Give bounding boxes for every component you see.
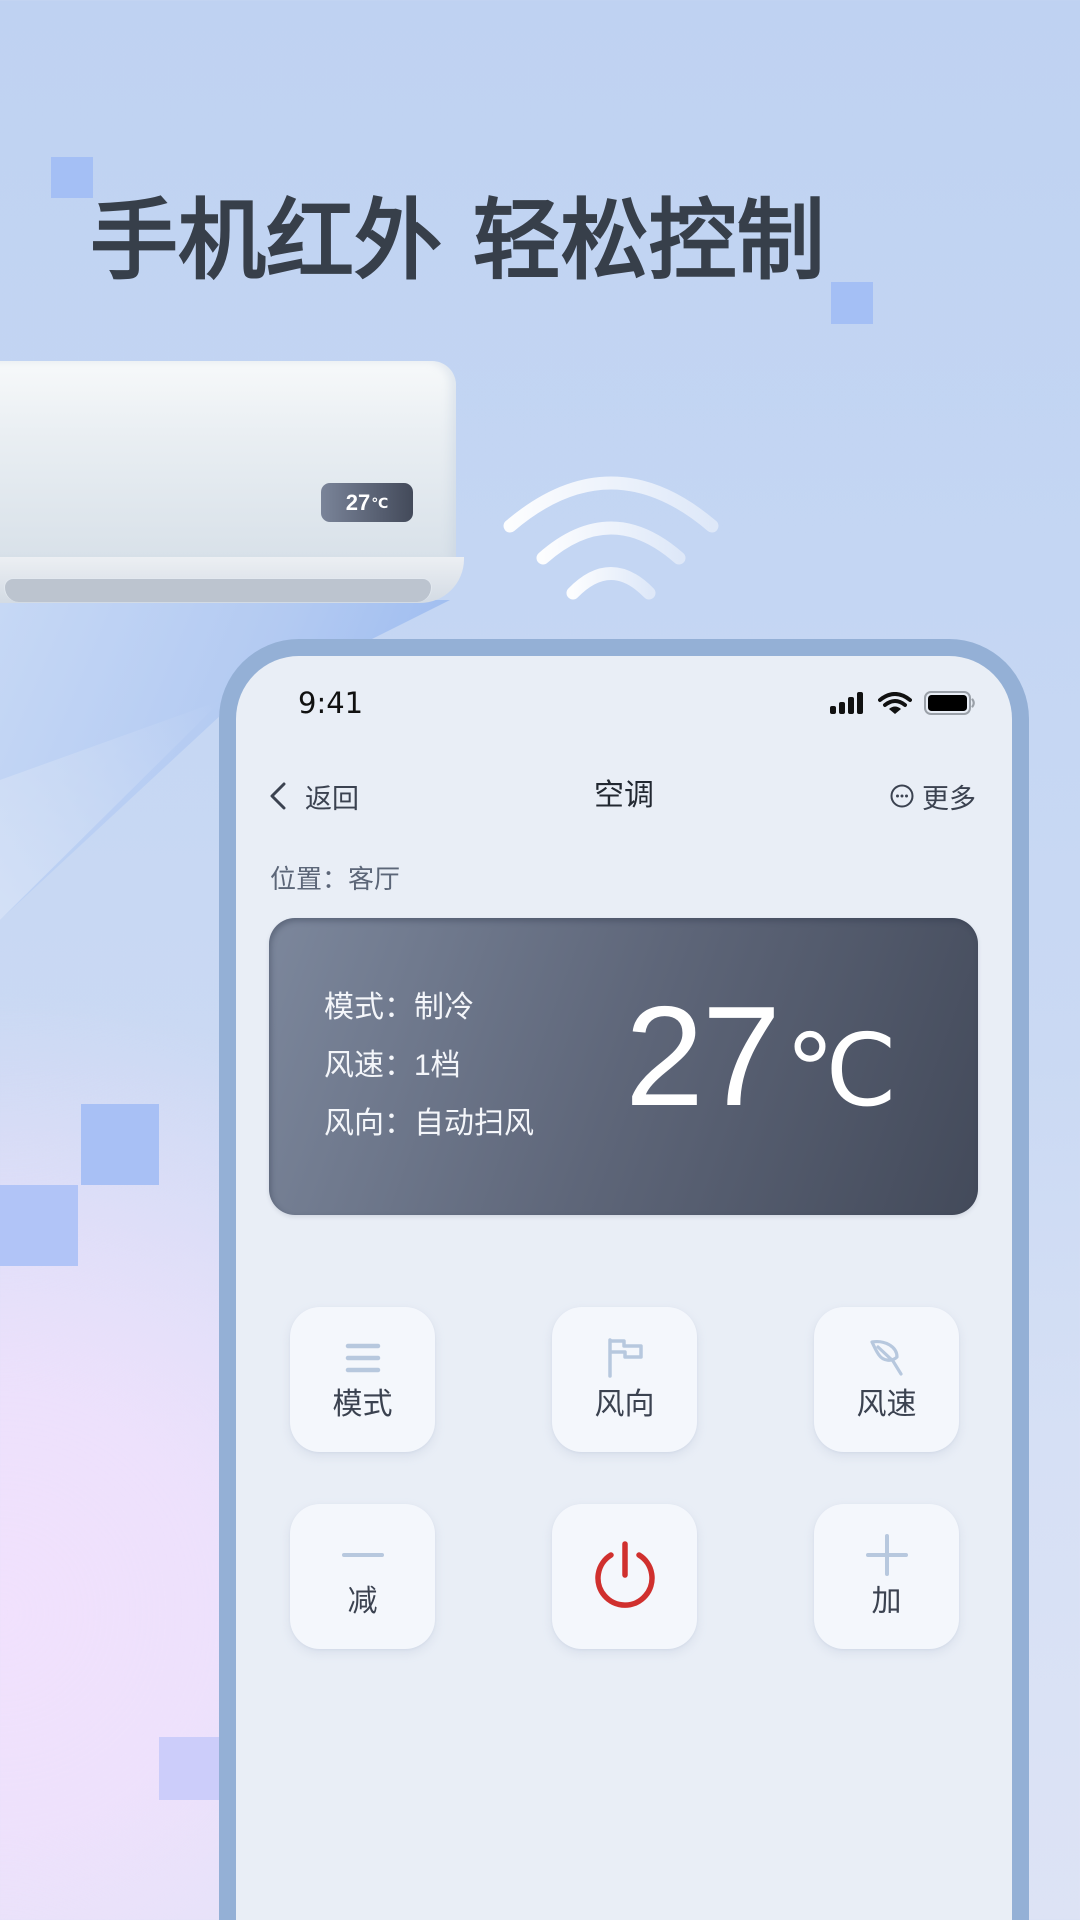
mode-row: 模式：制冷 (324, 991, 474, 1025)
flag-icon (607, 1338, 643, 1378)
ac-display-unit: ℃ (371, 496, 389, 512)
more-label: 更多 (922, 783, 976, 814)
plus-icon (865, 1534, 908, 1576)
decor-square (81, 1104, 159, 1185)
headline: 手机红外 轻松控制 (90, 189, 825, 292)
decor-square (51, 157, 93, 198)
signal-wave-outer (503, 476, 719, 533)
fan-direction-row: 风向：自动扫风 (324, 1107, 534, 1141)
infrared-signal-icon (503, 476, 719, 600)
fan-direction-value: 自动扫风 (414, 1107, 534, 1140)
decor-square (831, 282, 873, 324)
control-grid: 模式 风向 风速 减 加 (290, 1307, 959, 1649)
fan-speed-value: 1档 (414, 1049, 461, 1082)
increase-temp-button[interactable]: 加 (814, 1504, 959, 1649)
decrease-temp-label: 减 (347, 1585, 378, 1618)
ac-temperature-display: 27 ℃ (321, 483, 413, 522)
leaf-icon (869, 1340, 903, 1376)
mode-label: 模式： (324, 991, 414, 1024)
ac-status-card: 模式：制冷 风速：1档 风向：自动扫风 27 ℃ (269, 918, 978, 1215)
temperature-unit: ℃ (784, 1012, 898, 1129)
increase-temp-label: 加 (871, 1585, 902, 1618)
temperature-value: 27 (625, 977, 781, 1136)
fan-speed-row: 风速：1档 (324, 1049, 461, 1083)
status-time: 9:41 (298, 686, 364, 720)
more-button[interactable]: 更多 (890, 778, 976, 814)
signal-wave-inner (566, 567, 656, 600)
wifi-icon (878, 692, 912, 714)
power-icon (594, 1541, 655, 1608)
location-label: 位置：客厅 (270, 864, 401, 894)
decrease-temp-button[interactable]: 减 (290, 1504, 435, 1649)
fan-speed-label: 风速： (324, 1049, 414, 1082)
phone-mockup: 9:41 返回 空调 更多 位置：客厅 模式：制冷 风速：1档 风向：自动扫风 … (219, 639, 1029, 1920)
fan-speed-button-label: 风速 (856, 1388, 917, 1421)
ac-display-temp: 27 (345, 489, 371, 515)
signal-icon (830, 692, 863, 714)
mode-button[interactable]: 模式 (290, 1307, 435, 1452)
status-icons (830, 691, 976, 715)
temperature-readout: 27 ℃ (625, 986, 897, 1128)
more-icon (890, 784, 914, 808)
phone-screen: 9:41 返回 空调 更多 位置：客厅 模式：制冷 风速：1档 风向：自动扫风 … (236, 656, 1012, 1920)
fan-direction-button[interactable]: 风向 (552, 1307, 697, 1452)
fan-direction-button-label: 风向 (594, 1388, 655, 1421)
power-button[interactable] (552, 1504, 697, 1649)
signal-wave-middle (536, 521, 686, 565)
mode-value: 制冷 (414, 991, 474, 1024)
nav-bar: 返回 空调 更多 (236, 778, 1012, 814)
fan-speed-button[interactable]: 风速 (814, 1307, 959, 1452)
decor-square (0, 1185, 78, 1266)
ac-air-vent (4, 578, 432, 602)
ac-body (0, 361, 456, 561)
minus-icon (341, 1553, 384, 1557)
mode-button-label: 模式 (332, 1388, 393, 1421)
fan-direction-label: 风向： (324, 1107, 414, 1140)
menu-icon (345, 1343, 380, 1373)
decor-square (159, 1737, 221, 1800)
battery-icon (924, 691, 975, 715)
